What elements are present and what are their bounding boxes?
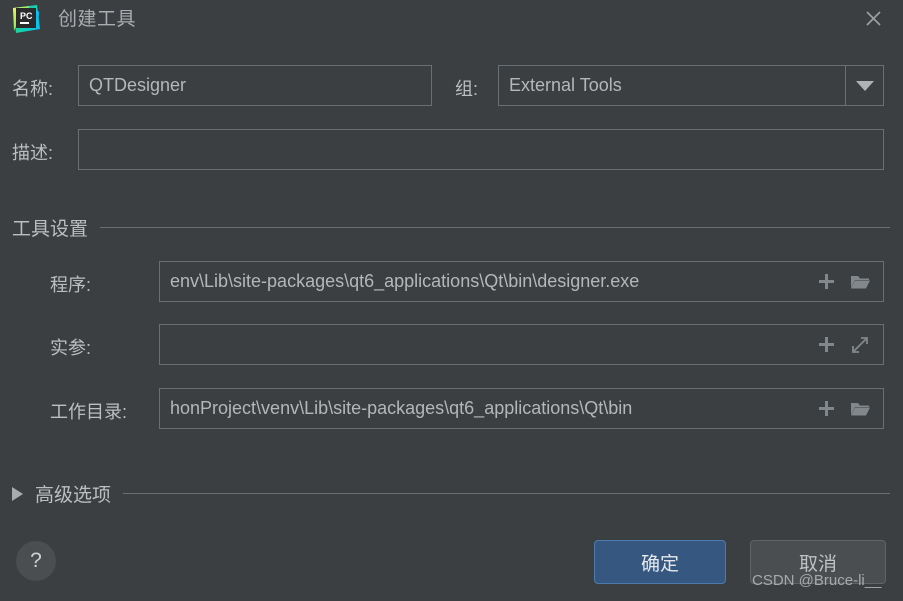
program-input[interactable]: env\Lib\site-packages\qt6_applications\Q… [159,261,884,302]
group-combo-input[interactable]: External Tools [498,65,846,106]
close-icon[interactable] [859,4,887,32]
dialog-title: 创建工具 [58,9,137,30]
create-tool-dialog: PC 创建工具 名称: QTDesigner 组: External Tools… [0,0,903,601]
working-directory-input-value: honProject\venv\Lib\site-packages\qt6_ap… [170,398,633,418]
program-field-icons [815,271,877,293]
program-input-value: env\Lib\site-packages\qt6_applications\Q… [170,271,640,291]
question-mark-icon: ? [30,549,42,572]
tool-settings-section-header: 工具设置 [12,214,890,241]
expand-icon[interactable] [849,334,871,356]
advanced-options-title: 高级选项 [35,485,112,506]
tool-settings-title: 工具设置 [12,219,89,240]
ok-button[interactable]: 确定 [594,540,726,584]
arguments-field-icons [815,334,877,356]
group-label: 组: [455,79,479,99]
program-label: 程序: [50,275,92,295]
help-button[interactable]: ? [16,541,56,581]
ok-button-label: 确定 [640,553,679,575]
cancel-button-label: 取消 [798,553,837,575]
plus-icon[interactable] [815,271,837,293]
pycharm-icon: PC [10,3,42,35]
svg-text:PC: PC [20,11,33,21]
arguments-input[interactable] [159,324,884,365]
section-divider [100,227,890,228]
name-input-value: QTDesigner [89,75,187,95]
folder-icon[interactable] [849,398,871,420]
folder-icon[interactable] [849,271,871,293]
working-directory-input[interactable]: honProject\venv\Lib\site-packages\qt6_ap… [159,388,884,429]
plus-icon[interactable] [815,334,837,356]
advanced-options-section[interactable]: 高级选项 [12,480,890,507]
arguments-label: 实参: [50,338,92,358]
name-label: 名称: [12,79,54,99]
cancel-button[interactable]: 取消 [750,540,886,584]
section-divider [123,493,890,494]
group-combo-dropdown-button[interactable] [845,65,884,106]
dialog-titlebar: PC 创建工具 [0,0,903,40]
working-directory-field-icons [815,398,877,420]
triangle-right-icon[interactable] [12,486,23,501]
plus-icon[interactable] [815,398,837,420]
description-input[interactable] [78,129,884,170]
chevron-down-icon [855,80,874,91]
group-combo-value: External Tools [509,75,622,95]
description-label: 描述: [12,143,54,163]
name-input[interactable]: QTDesigner [78,65,432,106]
working-directory-label: 工作目录: [50,402,128,422]
